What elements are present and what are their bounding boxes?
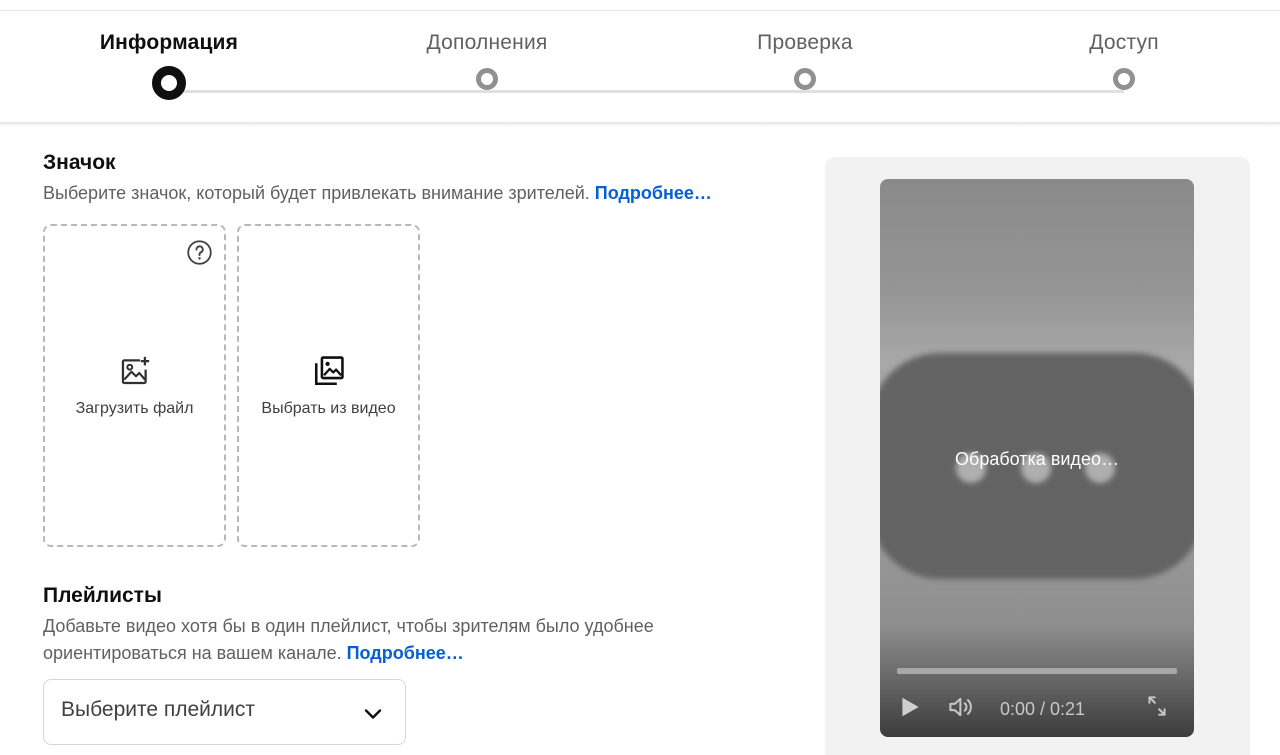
playlists-title: Плейлисты xyxy=(43,584,162,607)
thumbnail-learn-more-link[interactable]: Подробнее… xyxy=(595,183,712,203)
step-label: Информация xyxy=(99,31,239,54)
choose-from-video-button[interactable]: Выбрать из видео xyxy=(237,224,420,547)
step-visibility[interactable]: Доступ xyxy=(1024,11,1224,90)
processing-status: Обработка видео… xyxy=(955,449,1119,469)
upload-thumbnail-button[interactable]: Загрузить файл xyxy=(43,224,226,547)
step-indicator xyxy=(1113,68,1135,90)
step-indicator xyxy=(476,68,498,90)
help-icon[interactable] xyxy=(186,239,213,266)
stepper-divider xyxy=(0,122,1280,126)
step-label: Дополнения xyxy=(426,31,548,54)
stepper-track xyxy=(169,90,1124,93)
upload-stepper: Информация Дополнения Проверка Доступ xyxy=(0,11,1280,123)
fullscreen-icon[interactable] xyxy=(1144,693,1170,719)
play-icon[interactable] xyxy=(897,694,923,720)
video-player[interactable]: Обработка видео… 0:00 / 0:21 xyxy=(880,179,1194,737)
playlist-select-placeholder: Выберите плейлист xyxy=(61,698,256,721)
photo-library-icon xyxy=(314,356,344,386)
chevron-down-icon xyxy=(364,709,382,719)
step-information[interactable]: Информация xyxy=(69,11,269,100)
step-indicator xyxy=(794,68,816,90)
thumbnail-title: Значок xyxy=(43,151,116,174)
step-label: Доступ xyxy=(1089,31,1159,54)
step-extras[interactable]: Дополнения xyxy=(387,11,587,90)
choose-from-video-label: Выбрать из видео xyxy=(261,400,396,417)
playlist-select[interactable]: Выберите плейлист xyxy=(43,679,406,745)
step-label: Проверка xyxy=(757,31,853,54)
upload-file-label: Загрузить файл xyxy=(75,400,194,417)
video-progress-bar[interactable] xyxy=(897,668,1177,674)
step-indicator-active xyxy=(152,66,186,100)
playlists-description: Добавьте видео хотя бы в один плейлист, … xyxy=(43,613,654,667)
volume-icon[interactable] xyxy=(946,692,976,722)
playlists-description-text: ориентироваться на вашем канале. xyxy=(43,643,342,663)
add-photo-icon xyxy=(121,356,149,385)
playlists-description-line-2: ориентироваться на вашем канале. Подробн… xyxy=(43,640,654,667)
thumbnail-description-text: Выберите значок, который будет привлекат… xyxy=(43,183,590,203)
thumbnail-description: Выберите значок, который будет привлекат… xyxy=(43,180,712,207)
playlists-learn-more-link[interactable]: Подробнее… xyxy=(347,643,464,663)
step-checks[interactable]: Проверка xyxy=(705,11,905,90)
playlists-description-line: Добавьте видео хотя бы в один плейлист, … xyxy=(43,616,654,636)
video-time: 0:00 / 0:21 xyxy=(1000,699,1086,719)
